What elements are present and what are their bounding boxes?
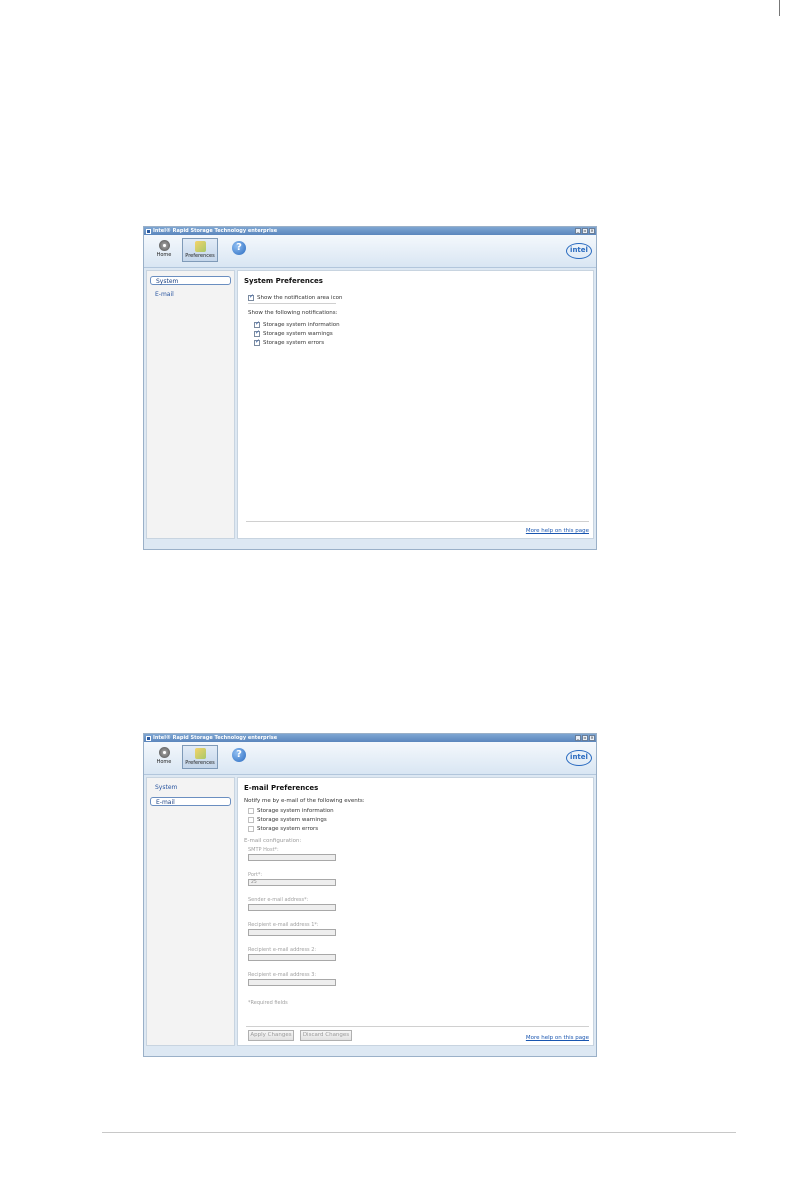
recipient-1-input[interactable] [248, 929, 336, 936]
sender-address-input[interactable] [248, 904, 336, 911]
sidebar: System E-mail [146, 777, 235, 1046]
close-button[interactable]: × [589, 228, 595, 234]
crop-mark [779, 0, 780, 16]
gear-icon [158, 747, 170, 758]
rst-window-email: Intel® Rapid Storage Technology enterpri… [143, 733, 597, 1057]
preferences-label: Preferences [185, 253, 215, 259]
event-info-row[interactable]: Storage system information [248, 808, 334, 814]
help-button[interactable]: ? [232, 748, 248, 772]
notification-info-label: Storage system information [263, 322, 340, 328]
event-errors-label: Storage system errors [257, 826, 319, 832]
notification-errors-checkbox[interactable] [254, 338, 260, 346]
preferences-button[interactable]: Preferences [182, 745, 218, 769]
event-warnings-label: Storage system warnings [257, 817, 327, 823]
help-button[interactable]: ? [232, 241, 248, 265]
app-icon [146, 735, 151, 741]
notification-errors-row[interactable]: Storage system errors [254, 338, 325, 346]
divider [248, 303, 336, 304]
window-title: Intel® Rapid Storage Technology enterpri… [153, 735, 278, 741]
event-info-checkbox[interactable] [248, 808, 254, 814]
sender-address-label: Sender e-mail address*: [248, 897, 309, 903]
more-help-link[interactable]: More help on this page [526, 528, 589, 534]
event-warnings-checkbox[interactable] [248, 817, 254, 823]
title-bar: Intel® Rapid Storage Technology enterpri… [144, 734, 596, 742]
recipient-2-input[interactable] [248, 954, 336, 961]
sidebar-item-email[interactable]: E-mail [150, 797, 231, 806]
notifications-label: Show the following notifications: [248, 310, 338, 316]
sidebar-item-system[interactable]: System [150, 783, 231, 792]
help-icon: ? [232, 241, 246, 255]
apply-changes-button[interactable]: Apply Changes [248, 1030, 294, 1041]
window-controls: _ ▫ × [575, 735, 595, 741]
notification-info-row[interactable]: Storage system information [254, 320, 340, 328]
notification-warnings-row[interactable]: Storage system warnings [254, 329, 333, 337]
bottom-divider [246, 1026, 589, 1027]
notification-warnings-checkbox[interactable] [254, 329, 260, 337]
title-bar: Intel® Rapid Storage Technology enterpri… [144, 227, 596, 235]
app-icon [146, 228, 151, 234]
window-title: Intel® Rapid Storage Technology enterpri… [153, 228, 278, 234]
preferences-button[interactable]: Preferences [182, 238, 218, 262]
restore-button[interactable]: ▫ [582, 735, 588, 741]
preferences-icon [194, 748, 206, 759]
notification-errors-label: Storage system errors [263, 340, 325, 346]
notify-label-text: Notify me by e-mail of the following eve… [244, 798, 365, 804]
notification-info-checkbox[interactable] [254, 320, 260, 328]
rst-window-system: Intel® Rapid Storage Technology enterpri… [143, 226, 597, 550]
footer-rule [102, 1132, 736, 1133]
discard-changes-button[interactable]: Discard Changes [300, 1030, 352, 1041]
restore-button[interactable]: ▫ [582, 228, 588, 234]
event-errors-row[interactable]: Storage system errors [248, 826, 318, 832]
notify-label: Notify me by e-mail of the following eve… [244, 798, 365, 804]
home-label: Home [156, 252, 172, 258]
minimize-button[interactable]: _ [575, 228, 581, 234]
content-panel: E-mail Preferences Notify me by e-mail o… [237, 777, 594, 1046]
event-info-label: Storage system information [257, 808, 334, 814]
page-title: System Preferences [244, 277, 323, 285]
event-errors-checkbox[interactable] [248, 826, 254, 832]
close-button[interactable]: × [589, 735, 595, 741]
show-icon-label: Show the notification area icon [257, 295, 343, 301]
intel-logo: intel [566, 750, 592, 766]
email-config-label-text: E-mail configuration: [244, 838, 302, 844]
more-help-link[interactable]: More help on this page [526, 1035, 589, 1041]
home-button[interactable]: Home [152, 745, 176, 769]
preferences-label: Preferences [185, 760, 215, 766]
content-panel: System Preferences Show the notification… [237, 270, 594, 539]
required-note: *Required fields [248, 1000, 288, 1006]
notifications-label-text: Show the following notifications: [248, 310, 338, 316]
window-controls: _ ▫ × [575, 228, 595, 234]
body-area: System E-mail E-mail Preferences Notify … [144, 775, 596, 1056]
smtp-host-label: SMTP Host*: [248, 847, 279, 853]
smtp-host-input[interactable] [248, 854, 336, 861]
gear-icon [158, 240, 170, 251]
minimize-button[interactable]: _ [575, 735, 581, 741]
help-icon: ? [232, 748, 246, 762]
recipient-2-label: Recipient e-mail address 2: [248, 947, 317, 953]
notification-warnings-label: Storage system warnings [263, 331, 333, 337]
event-warnings-row[interactable]: Storage system warnings [248, 817, 327, 823]
page-title: E-mail Preferences [244, 784, 319, 792]
intel-logo: intel [566, 243, 592, 259]
sidebar-item-email[interactable]: E-mail [150, 290, 231, 299]
port-input[interactable]: 25 [248, 879, 336, 886]
recipient-3-label: Recipient e-mail address 3: [248, 972, 317, 978]
recipient-3-input[interactable] [248, 979, 336, 986]
body-area: System E-mail System Preferences Show th… [144, 268, 596, 549]
sidebar-item-system[interactable]: System [150, 276, 231, 285]
bottom-divider [246, 521, 589, 522]
home-button[interactable]: Home [152, 238, 176, 262]
port-label: Port*: [248, 872, 263, 878]
sidebar: System E-mail [146, 270, 235, 539]
show-icon-row[interactable]: Show the notification area icon [248, 293, 343, 301]
email-config-label: E-mail configuration: [244, 838, 301, 844]
home-label: Home [156, 759, 172, 765]
preferences-icon [194, 241, 206, 252]
show-icon-checkbox[interactable] [248, 293, 254, 301]
toolbar: Home Preferences ? intel [144, 742, 596, 775]
toolbar: Home Preferences ? intel [144, 235, 596, 268]
recipient-1-label: Recipient e-mail address 1*: [248, 922, 319, 928]
